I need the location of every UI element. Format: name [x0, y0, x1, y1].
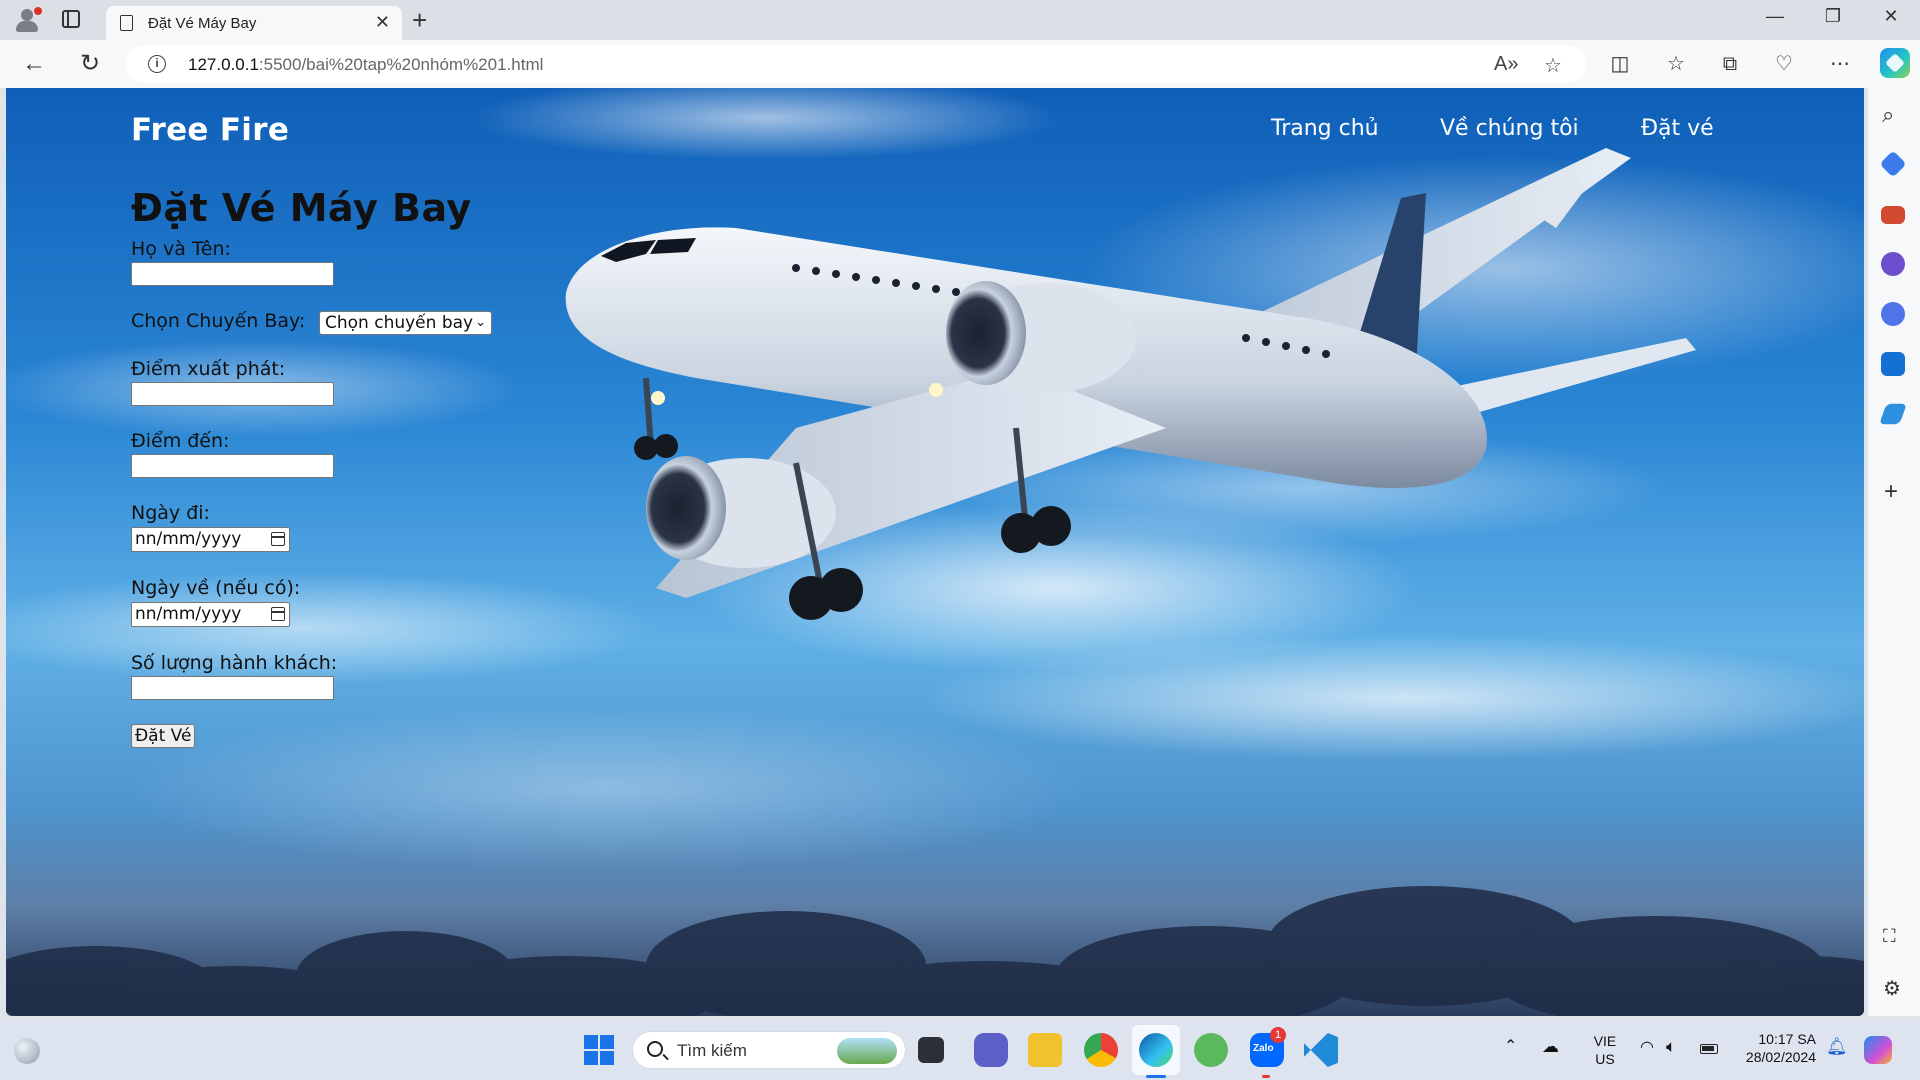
- close-tab-icon[interactable]: ✕: [375, 12, 390, 33]
- site-info-icon[interactable]: i: [148, 55, 166, 73]
- volume-icon[interactable]: 🔈︎: [1666, 1038, 1676, 1056]
- copilot-icon[interactable]: [1864, 1036, 1892, 1064]
- notification-bell-icon[interactable]: 🔔︎: [1826, 1038, 1848, 1056]
- submit-button[interactable]: Đặt Vé: [131, 724, 196, 748]
- cloud-offline-icon[interactable]: ☁: [1542, 1038, 1559, 1056]
- chrome-icon[interactable]: [1084, 1033, 1118, 1067]
- battery-icon[interactable]: [1700, 1044, 1718, 1054]
- browser-essentials-icon[interactable]: ♡: [1770, 50, 1798, 78]
- wifi-icon[interactable]: ◠: [1640, 1039, 1654, 1057]
- page-title: Đặt Vé Máy Bay: [131, 186, 472, 230]
- passengers-input[interactable]: [131, 676, 334, 700]
- address-bar[interactable]: i 127.0.0.1:5500/bai%20tap%20nhóm%201.ht…: [126, 45, 1586, 83]
- copilot-icon[interactable]: [1880, 48, 1910, 78]
- file-explorer-icon[interactable]: [1028, 1033, 1062, 1067]
- destination-input[interactable]: [131, 454, 334, 478]
- edge-icon[interactable]: [1139, 1033, 1173, 1067]
- collections-icon[interactable]: ⧉: [1716, 50, 1744, 78]
- restore-icon[interactable]: ❐: [1810, 6, 1856, 27]
- add-sidebar-icon[interactable]: +: [1884, 478, 1898, 506]
- departure-point-label: Điểm xuất phát:: [131, 358, 286, 380]
- screenshot-icon[interactable]: ⛶: [1883, 926, 1896, 947]
- nav-home-link[interactable]: Trang chủ: [1271, 116, 1379, 141]
- minimize-icon[interactable]: —: [1752, 6, 1798, 27]
- weather-icon[interactable]: [14, 1038, 40, 1064]
- url-text[interactable]: 127.0.0.1:5500/bai%20tap%20nhóm%201.html: [188, 55, 543, 75]
- search-highlight-image: [837, 1038, 897, 1064]
- page-viewport: Free Fire Trang chủ Về chúng tôi Đặt vé …: [6, 88, 1864, 1016]
- passengers-label: Số lượng hành khách:: [131, 652, 338, 674]
- depart-date-label: Ngày đi:: [131, 502, 210, 524]
- vscode-icon[interactable]: [1304, 1033, 1338, 1067]
- profile-icon[interactable]: [12, 6, 42, 34]
- flight-label: Chọn Chuyến Bay:: [131, 310, 306, 332]
- flight-select[interactable]: Chọn chuyến bay ⌄: [319, 311, 492, 335]
- tab-actions-icon[interactable]: [62, 10, 80, 28]
- outlook-icon[interactable]: [1881, 352, 1905, 376]
- site-logo[interactable]: Free Fire: [131, 112, 289, 148]
- tab-title: Đặt Vé Máy Bay: [148, 15, 257, 32]
- departure-point-input[interactable]: [131, 382, 334, 406]
- shopping-tag-icon[interactable]: [1879, 150, 1907, 178]
- destination-label: Điểm đến:: [131, 430, 230, 452]
- games-icon[interactable]: [1881, 252, 1905, 276]
- drop-icon[interactable]: [1879, 403, 1907, 425]
- refresh-icon[interactable]: ↻: [74, 49, 106, 79]
- more-options-icon[interactable]: ⋯: [1826, 50, 1854, 78]
- nav-booking-link[interactable]: Đặt vé: [1641, 116, 1714, 141]
- zalo-icon[interactable]: Zalo 1: [1250, 1027, 1286, 1067]
- calendar-icon[interactable]: [271, 532, 285, 546]
- input-language[interactable]: VIE US: [1588, 1032, 1622, 1068]
- split-screen-icon[interactable]: ◫: [1606, 50, 1634, 78]
- task-view-icon[interactable]: [918, 1037, 944, 1063]
- clock[interactable]: 10:17 SA 28/02/2024: [1736, 1030, 1816, 1066]
- calendar-icon[interactable]: [271, 607, 285, 621]
- tab-strip: Đặt Vé Máy Bay ✕ + — ❐ ✕: [0, 0, 1920, 40]
- site-content: Free Fire Trang chủ Về chúng tôi Đặt vé …: [6, 88, 1864, 1016]
- read-aloud-icon[interactable]: A»: [1494, 53, 1518, 76]
- name-input[interactable]: [131, 262, 334, 286]
- tools-icon[interactable]: [1881, 206, 1905, 224]
- page-icon: [120, 15, 133, 31]
- windows-taskbar: Tìm kiếm Zalo 1 ⌃ ☁ VIE US ◠ 🔈︎ 10:17 SA…: [0, 1020, 1920, 1080]
- settings-gear-icon[interactable]: ⚙: [1883, 976, 1901, 1001]
- browser-tab[interactable]: Đặt Vé Máy Bay ✕: [106, 6, 402, 40]
- taskbar-search[interactable]: Tìm kiếm: [632, 1031, 906, 1069]
- window-close-icon[interactable]: ✕: [1868, 6, 1914, 27]
- search-icon[interactable]: ⌕: [1882, 102, 1894, 128]
- utility-app-icon[interactable]: [1194, 1033, 1228, 1067]
- notification-badge: 1: [1270, 1027, 1286, 1043]
- depart-date-input[interactable]: nn/mm/yyyy: [131, 527, 290, 552]
- new-tab-icon[interactable]: +: [412, 5, 427, 36]
- chevron-up-icon[interactable]: ⌃: [1504, 1038, 1517, 1056]
- return-date-input[interactable]: nn/mm/yyyy: [131, 602, 290, 627]
- teams-chat-icon[interactable]: [974, 1033, 1008, 1067]
- back-icon[interactable]: ←: [18, 49, 50, 79]
- favorites-icon[interactable]: ☆: [1662, 50, 1690, 78]
- return-date-label: Ngày về (nếu có):: [131, 577, 301, 599]
- chevron-down-icon: ⌄: [475, 315, 486, 330]
- start-icon[interactable]: [584, 1035, 614, 1065]
- search-icon: [647, 1041, 663, 1057]
- favorite-star-icon[interactable]: ☆: [1544, 53, 1562, 78]
- edge-sidebar: ⌕ + ⛶ ⚙: [1868, 88, 1920, 1016]
- name-label: Họ và Tên:: [131, 238, 231, 260]
- microsoft-365-icon[interactable]: [1881, 302, 1905, 326]
- browser-toolbar: ← ↻ i 127.0.0.1:5500/bai%20tap%20nhóm%20…: [0, 40, 1920, 88]
- nav-about-link[interactable]: Về chúng tôi: [1440, 116, 1579, 141]
